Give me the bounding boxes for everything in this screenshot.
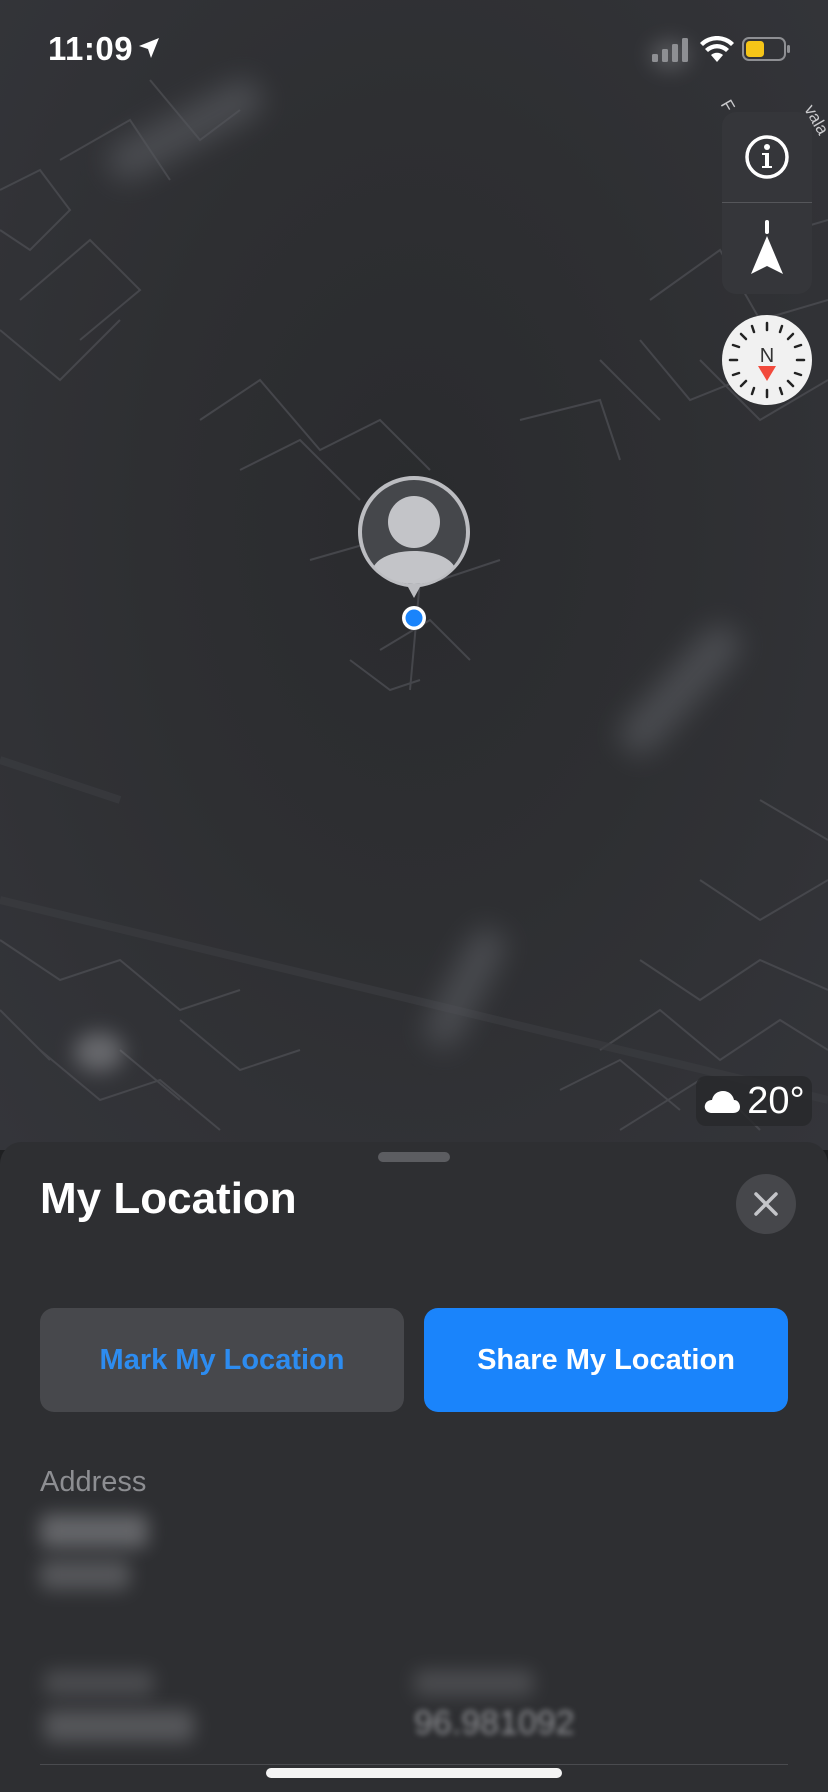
map-info-button[interactable]: [722, 112, 812, 202]
sheet-grabber[interactable]: [378, 1152, 450, 1162]
home-indicator[interactable]: [266, 1768, 562, 1778]
cellular-signal-icon: [652, 38, 688, 62]
blurred-address-line: [40, 1514, 148, 1548]
blurred-coordinate-label: [414, 1670, 534, 1696]
address-label: Address: [40, 1466, 147, 1498]
tracking-mode-button[interactable]: [722, 203, 812, 293]
info-icon: [745, 135, 789, 179]
battery-low-icon: [742, 37, 790, 61]
wifi-icon: [700, 36, 734, 62]
compass-north-label: N: [760, 345, 774, 367]
map-view[interactable]: F vala Ro: [0, 0, 828, 1150]
map-controls: [722, 112, 812, 294]
location-arrow-icon: [751, 220, 783, 274]
blurred-address-line: [40, 1560, 130, 1590]
mark-my-location-button[interactable]: Mark My Location: [40, 1308, 404, 1412]
weather-badge: 20°: [696, 1076, 812, 1126]
blurred-landmark: [74, 1032, 124, 1072]
sheet-divider: [40, 1764, 788, 1765]
weather-temperature: 20°: [747, 1079, 805, 1122]
location-arrow-icon: [139, 38, 159, 58]
blurred-coordinate-value: [44, 1710, 194, 1742]
blurred-coordinate-value: 96.981092: [414, 1704, 575, 1742]
close-button[interactable]: [736, 1174, 796, 1234]
close-icon: [754, 1192, 778, 1216]
cloud-icon: [705, 1091, 741, 1113]
location-sheet: My Location Mark My Location Share My Lo…: [0, 1142, 828, 1792]
blurred-coordinate-label: [44, 1670, 154, 1696]
status-time: 11:09: [48, 30, 134, 67]
user-location-pin[interactable]: [354, 474, 474, 634]
compass-button[interactable]: N: [722, 315, 812, 405]
compass-icon: N: [728, 321, 806, 399]
status-bar: 11:09: [0, 0, 828, 96]
share-my-location-button[interactable]: Share My Location: [424, 1308, 788, 1412]
sheet-title: My Location: [40, 1174, 297, 1223]
